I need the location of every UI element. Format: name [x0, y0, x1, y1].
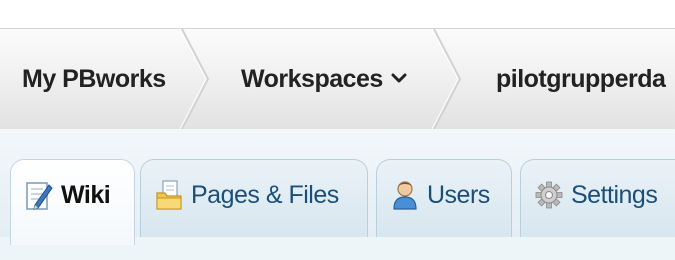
breadcrumb-my-pbworks[interactable]: My PBworks: [22, 29, 166, 129]
user-icon: [393, 181, 417, 210]
wiki-edit-icon: [26, 182, 53, 210]
breadcrumb-workspace-name[interactable]: pilotgrupperda: [496, 29, 666, 129]
tab-settings[interactable]: Settings: [520, 159, 675, 237]
tab-users-label: Users: [427, 180, 490, 209]
tab-settings-label: Settings: [571, 180, 658, 209]
breadcrumb-workspaces-label: Workspaces: [241, 65, 383, 93]
breadcrumb-separator-icon: [432, 29, 462, 129]
chevron-down-icon: [391, 73, 407, 83]
gear-icon: [535, 181, 563, 209]
tab-pages-files[interactable]: Pages & Files: [140, 159, 368, 237]
breadcrumb: My PBworks Workspaces pilotgrupperda: [0, 28, 675, 130]
breadcrumb-workspaces[interactable]: Workspaces: [241, 29, 407, 129]
tab-wiki-label: Wiki: [61, 180, 111, 209]
tab-pages-files-label: Pages & Files: [191, 180, 339, 209]
folder-pages-icon: [156, 180, 182, 210]
pbworks-header: My PBworks Workspaces pilotgrupperda Wik…: [0, 0, 675, 260]
tab-bar: Wiki Pages & Files Users Settings: [0, 129, 675, 245]
tab-wiki[interactable]: Wiki: [10, 159, 135, 245]
tab-users[interactable]: Users: [376, 159, 512, 237]
breadcrumb-separator-icon: [180, 29, 210, 129]
